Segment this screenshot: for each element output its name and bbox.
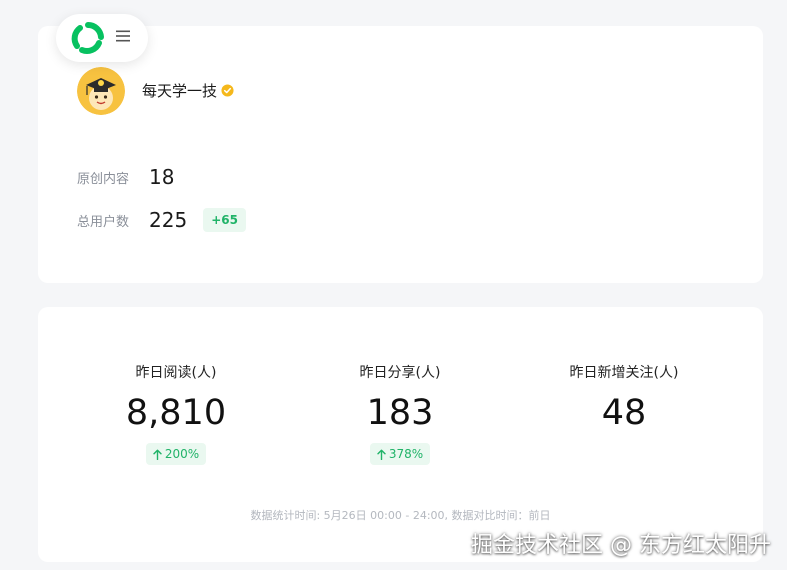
metric-label: 昨日阅读(人)	[135, 365, 217, 381]
metric-label: 昨日分享(人)	[359, 365, 441, 381]
account-summary-card	[38, 26, 763, 283]
arrow-up-icon	[377, 449, 386, 460]
watermark: 掘金技术社区 @ 东方红太阳升	[471, 533, 771, 558]
stat-value[interactable]: 225	[149, 208, 187, 232]
stat-label: 原创内容	[77, 171, 130, 187]
arrow-up-icon	[153, 449, 162, 460]
wechat-official-accounts-logo-icon	[71, 21, 104, 54]
metric-change-badge: 200%	[145, 443, 207, 465]
metric-yesterday-new-follows[interactable]: 昨日新增关注(人) 48	[524, 363, 724, 434]
metric-yesterday-shares[interactable]: 昨日分享(人) 183 378%	[300, 363, 500, 465]
avatar-image	[77, 67, 125, 115]
verified-badge-icon	[221, 84, 234, 97]
total-users-stat: 总用户数 225 +65	[77, 208, 246, 232]
metric-label: 昨日新增关注(人)	[569, 365, 679, 381]
original-content-stat: 原创内容 18	[77, 165, 190, 189]
metric-change-value: 378%	[388, 447, 424, 461]
metric-value: 8,810	[125, 393, 227, 433]
metric-change-badge: 378%	[369, 443, 431, 465]
stat-label: 总用户数	[77, 214, 130, 230]
statistics-time-note: 数据统计时间: 5月26日 00:00 - 24:00, 数据对比时间：前日	[250, 509, 551, 522]
account-name-row: 每天学一技	[142, 80, 234, 101]
stat-value[interactable]: 18	[149, 165, 174, 189]
user-growth-badge: +65	[203, 208, 246, 232]
metric-yesterday-reads[interactable]: 昨日阅读(人) 8,810 200%	[76, 363, 276, 465]
metric-value: 48	[601, 393, 647, 433]
account-name[interactable]: 每天学一技	[142, 80, 217, 101]
hamburger-menu-icon[interactable]	[116, 30, 130, 42]
logo-menu-toggle[interactable]	[56, 14, 148, 62]
metric-value: 183	[366, 393, 434, 433]
metric-change-value: 200%	[164, 447, 200, 461]
account-avatar[interactable]	[77, 67, 125, 115]
